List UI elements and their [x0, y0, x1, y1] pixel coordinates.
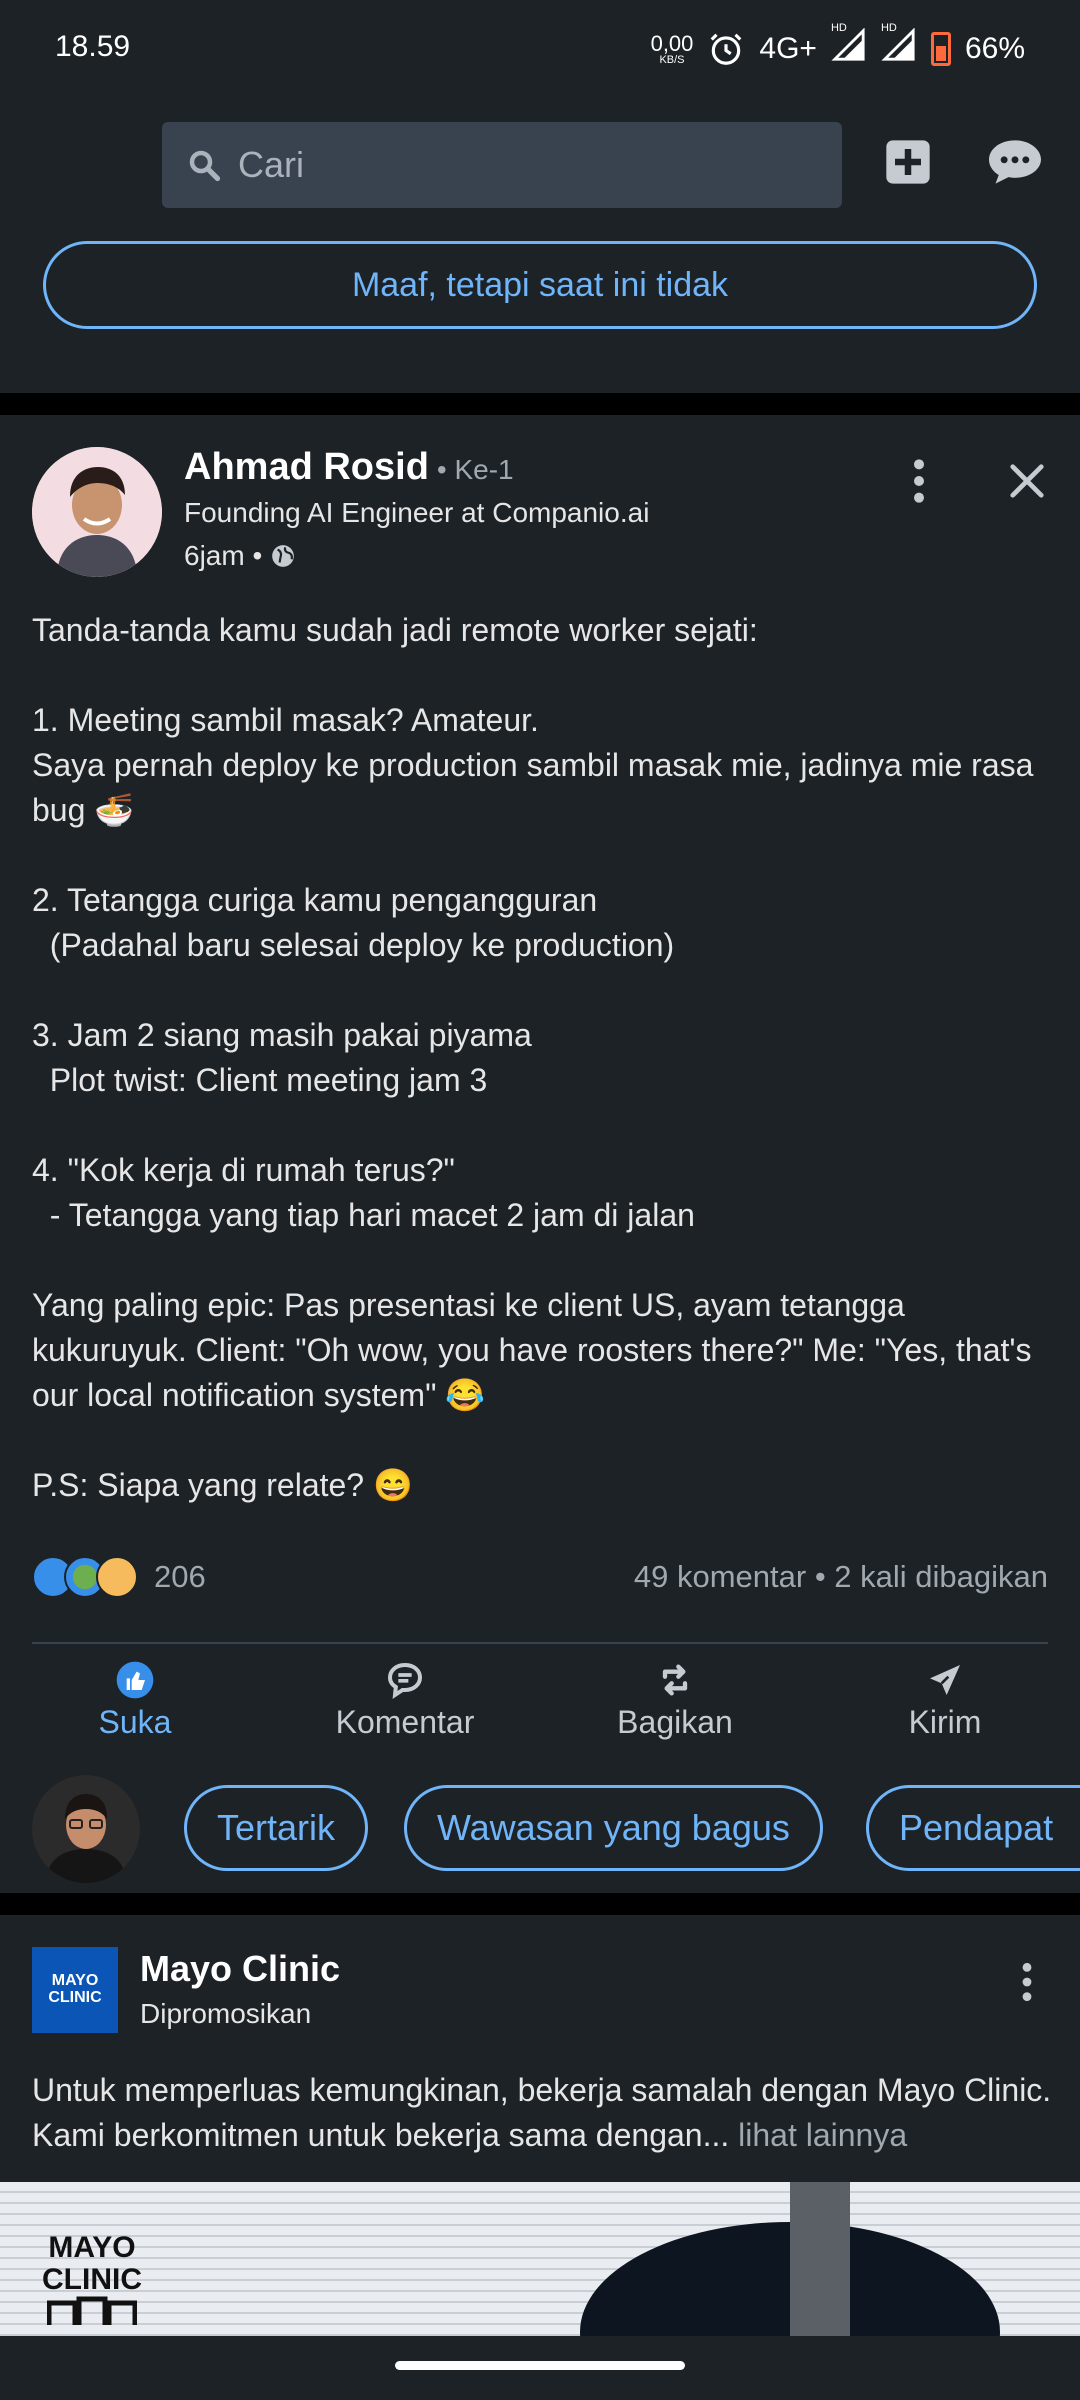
comment-icon — [387, 1662, 423, 1700]
quick-reply-chip[interactable]: Tertarik — [184, 1785, 369, 1871]
insightful-reaction-icon — [96, 1556, 138, 1598]
home-gesture-handle[interactable] — [395, 2361, 685, 2370]
post-line: 4. "Kok kerja di rumah terus?" — [32, 1152, 455, 1188]
connection-degree: • Ke-1 — [436, 454, 514, 485]
post-line: Saya pernah deploy ke production sambil … — [32, 747, 1043, 828]
feed-separator — [0, 393, 1080, 415]
post-line — [32, 653, 1062, 698]
messaging-icon[interactable] — [984, 136, 1046, 188]
post-line: 3. Jam 2 siang masih pakai piyama — [32, 1017, 532, 1053]
post-line: Yang paling epic: Pas presentasi ke clie… — [32, 1287, 1041, 1413]
post-line: 1. Meeting sambil masak? Amateur. — [32, 702, 539, 738]
post-line — [32, 1238, 1062, 1283]
ad-image-logo: MAYO CLINIC — [42, 2232, 142, 2332]
search-placeholder: Cari — [238, 144, 305, 185]
ad-company-name[interactable]: Mayo Clinic — [140, 1948, 340, 1990]
divider — [32, 1642, 1048, 1644]
author-name-text: Ahmad Rosid — [184, 446, 429, 488]
battery-icon — [930, 32, 951, 66]
alarm-icon — [711, 33, 742, 65]
post-line — [32, 833, 1062, 878]
ad-image[interactable]: MAYO CLINIC — [0, 2182, 1080, 2336]
quick-reply-chip[interactable]: Pendapat — [866, 1785, 1080, 1871]
post-line: (Padahal baru selesai deploy ke producti… — [32, 927, 675, 963]
net-speed-unit: KB/S — [659, 53, 685, 66]
reaction-count: 206 — [154, 1559, 206, 1594]
see-more-link[interactable]: lihat lainnya — [729, 2117, 907, 2153]
author-avatar[interactable] — [32, 447, 162, 577]
ad-image-logo-line: MAYO — [48, 2231, 136, 2264]
add-post-icon[interactable] — [882, 136, 934, 188]
ad-image-logo-line: CLINIC — [42, 2262, 142, 2296]
send-icon — [930, 1665, 960, 1695]
status-bar: 18.59 0,00 KB/S 4G+ HD HD 66% — [0, 0, 1080, 100]
ad-logo-line: CLINIC — [48, 1989, 102, 2006]
hd-label-2: HD — [880, 22, 897, 34]
repost-button[interactable]: Bagikan — [540, 1660, 810, 1770]
signal-1: HD — [831, 22, 867, 70]
navigation-bar — [0, 2336, 1080, 2400]
post-line: Plot twist: Client meeting jam 3 — [32, 1062, 488, 1098]
author-headline: Founding AI Engineer at Companio.ai — [184, 497, 650, 528]
like-label: Suka — [98, 1704, 172, 1740]
net-speed: 0,00 KB/S — [650, 30, 694, 66]
my-avatar[interactable] — [32, 1775, 140, 1883]
comments-shares-count[interactable]: 49 komentar • 2 kali dibagikan — [634, 1559, 1048, 1595]
mayo-shield-icon — [46, 2296, 138, 2325]
post-line — [32, 1418, 1062, 1463]
social-counts: 206 49 komentar • 2 kali dibagikan — [32, 1556, 1048, 1598]
post-line: 2. Tetangga curiga kamu pengangguran — [32, 882, 598, 918]
author-name[interactable]: Ahmad Rosid • Ke-1 — [184, 446, 514, 489]
promoted-label: Dipromosikan — [140, 1998, 312, 2029]
hd-label-1: HD — [830, 22, 847, 34]
repost-label: Bagikan — [617, 1704, 733, 1740]
post-body: Tanda-tanda kamu sudah jadi remote worke… — [32, 608, 1062, 1508]
comment-label: Komentar — [335, 1704, 475, 1740]
status-icons: 0,00 KB/S 4G+ HD HD 66% — [650, 22, 1025, 70]
post-line — [32, 1103, 1062, 1148]
repost-icon — [662, 1664, 688, 1696]
network-type: 4G+ — [759, 32, 817, 65]
my-avatar-portrait — [32, 1775, 140, 1883]
ad-image-pillar — [790, 2182, 850, 2336]
ad-logo[interactable]: MAYO CLINIC — [32, 1947, 118, 2033]
post-actions: Suka Komentar Bagikan Kirim — [0, 1660, 1080, 1770]
like-icon — [116, 1661, 154, 1699]
search-bar[interactable]: Cari — [162, 122, 842, 208]
send-label: Kirim — [908, 1704, 982, 1740]
battery-percent: 66% — [964, 32, 1025, 65]
post-time: 6jam • — [184, 540, 296, 572]
ad-more-options-icon[interactable] — [1014, 1960, 1040, 2004]
screen: 18.59 0,00 KB/S 4G+ HD HD 66% Cari Maaf, — [0, 0, 1080, 2400]
reactions[interactable]: 206 — [32, 1556, 206, 1598]
like-button[interactable]: Suka — [0, 1660, 270, 1770]
status-time: 18.59 — [55, 30, 131, 63]
post-line: Tanda-tanda kamu sudah jadi remote worke… — [32, 612, 758, 648]
globe-icon — [272, 545, 295, 567]
post-line: P.S: Siapa yang relate? 😄 — [32, 1467, 413, 1503]
comment-button[interactable]: Komentar — [270, 1660, 540, 1770]
dismiss-button[interactable]: Maaf, tetapi saat ini tidak — [43, 241, 1037, 329]
post-line: - Tetangga yang tiap hari macet 2 jam di… — [32, 1197, 695, 1233]
feed-separator — [0, 1893, 1080, 1915]
send-button[interactable]: Kirim — [810, 1660, 1080, 1770]
ad-body: Untuk memperluas kemungkinan, bekerja sa… — [32, 2068, 1062, 2158]
post-time-text: 6jam • — [184, 540, 263, 571]
ad-logo-line: MAYO — [51, 1972, 99, 1990]
avatar-portrait — [32, 447, 162, 577]
net-speed-value: 0,00 — [650, 30, 694, 56]
more-options-icon[interactable] — [906, 456, 932, 506]
search-icon — [189, 150, 221, 182]
quick-reply-chip[interactable]: Wawasan yang bagus — [404, 1785, 823, 1871]
signal-2: HD — [881, 22, 917, 70]
post-line — [32, 968, 1062, 1013]
close-icon[interactable] — [1008, 462, 1046, 500]
